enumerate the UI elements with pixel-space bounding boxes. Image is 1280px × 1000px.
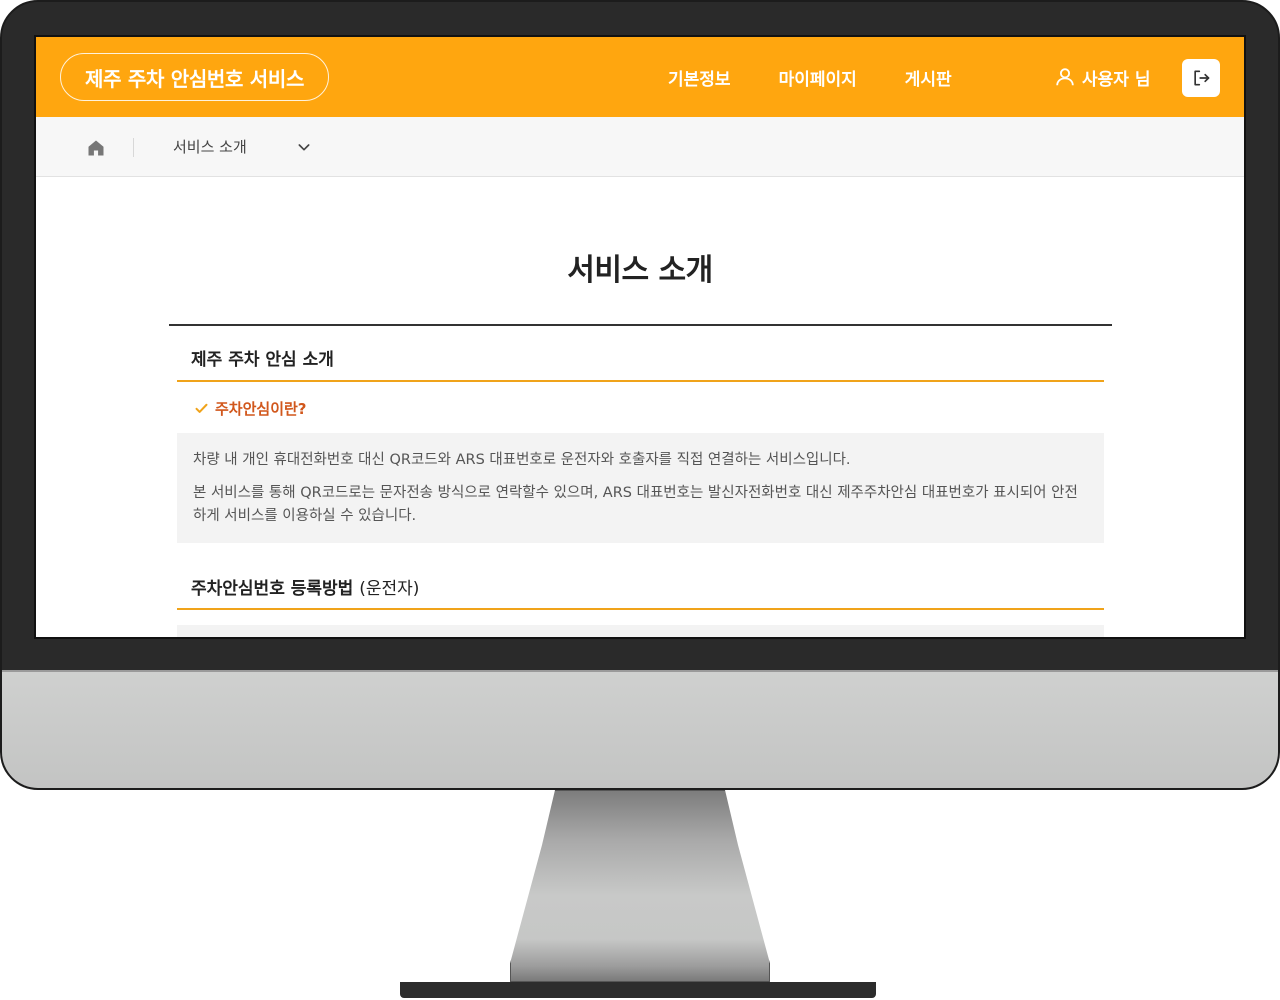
description-box: 차량 내 개인 휴대전화번호 대신 QR코드와 ARS 대표번호로 운전자와 호… [177,433,1104,543]
check-icon [195,403,208,413]
browser-screen: 제주 주차 안심번호 서비스 기본정보 마이페이지 게시판 사용자 님 서비스 … [34,35,1246,639]
monitor-chin [2,670,1278,788]
description-paragraph: 본 서비스를 통해 QR코드로는 문자전송 방식으로 연락할수 있으며, ARS… [193,485,1078,524]
logout-icon [1194,70,1210,86]
home-icon[interactable] [86,138,106,158]
chevron-down-icon[interactable] [296,139,312,155]
breadcrumb-current[interactable]: 서비스 소개 [173,136,247,157]
nav-item-board[interactable]: 게시판 [905,65,952,90]
user-menu[interactable]: 사용자 님 [1054,37,1150,117]
main-nav: 기본정보 마이페이지 게시판 [668,37,1000,117]
section-divider [177,608,1104,610]
monitor-stand [510,790,770,982]
user-icon [1056,68,1074,86]
monitor-stand-base [400,982,876,998]
section-heading-label: 주차안심번호 등록방법 [191,579,354,599]
description-paragraph: 차량 내 개인 휴대전화번호 대신 QR코드와 ARS 대표번호로 운전자와 호… [193,452,851,468]
section-divider [177,380,1104,382]
subsection-heading: 주차안심이란? [194,398,307,419]
logout-button[interactable] [1182,59,1220,97]
section-heading-suffix: (운전자) [359,579,420,599]
page-title: 서비스 소개 [567,253,713,288]
breadcrumb-divider [133,138,134,157]
main-content: 서비스 소개 제주 주차 안심 소개 주차안심이란? 차량 내 개인 휴대전화번… [36,177,1244,637]
user-name-label: 사용자 님 [1082,69,1151,90]
section-heading-intro: 제주 주차 안심 소개 [191,350,334,370]
app-header: 제주 주차 안심번호 서비스 기본정보 마이페이지 게시판 사용자 님 [36,37,1244,117]
section-heading-registration: 주차안심번호 등록방법 (운전자) [191,574,419,599]
breadcrumb: 서비스 소개 [36,117,1244,177]
nav-item-basic-info[interactable]: 기본정보 [668,65,731,90]
brand-logo-link[interactable]: 제주 주차 안심번호 서비스 [60,53,330,101]
title-divider [169,324,1112,326]
nav-item-mypage[interactable]: 마이페이지 [779,65,857,90]
description-box [177,625,1104,637]
subsection-heading-label: 주차안심이란? [215,400,307,418]
